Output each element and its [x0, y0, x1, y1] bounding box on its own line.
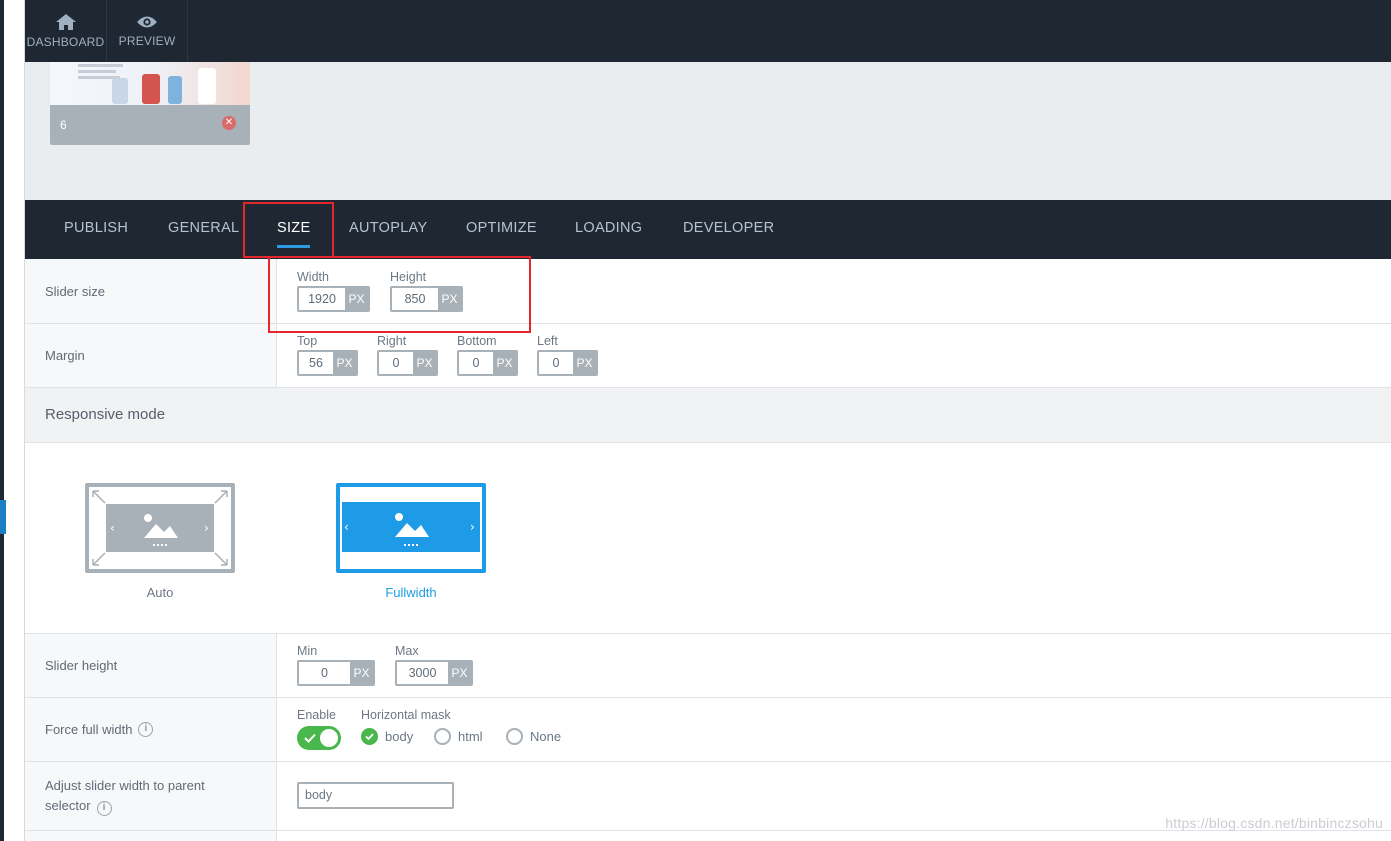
toggle-knob: [320, 729, 338, 747]
margin-left-input[interactable]: 0 PX: [537, 350, 598, 376]
svg-text:‹: ‹: [110, 521, 115, 535]
margin-right-field: Right 0 PX: [377, 334, 438, 376]
tab-general[interactable]: GENERAL: [168, 200, 239, 259]
width-field: Width 1920 PX: [297, 270, 370, 312]
radio-checked-icon: [361, 728, 378, 745]
sidebar-collapse-handle[interactable]: [0, 500, 6, 534]
height-label: Height: [390, 270, 427, 284]
top-toolbar: DASHBOARD PREVIEW: [25, 0, 1391, 62]
slider-size-label: Slider size: [25, 259, 277, 323]
margin-right-input[interactable]: 0 PX: [377, 350, 438, 376]
slider-height-label: Slider height: [25, 634, 277, 697]
min-height-field: Min 0 PX: [297, 644, 375, 686]
slide-thumbnail-bar: 6 ✕: [50, 105, 250, 145]
margin-label: Margin: [25, 324, 277, 387]
tab-size[interactable]: SIZE: [277, 200, 311, 259]
settings-tabs: PUBLISH GENERAL SIZE AUTOPLAY OPTIMIZE L…: [25, 200, 1391, 259]
height-input[interactable]: 850 PX: [390, 286, 463, 312]
margin-row: Margin Top 56 PX Right 0 PX Bottom 0 PX …: [25, 324, 1391, 388]
svg-text:‹: ‹: [344, 520, 349, 534]
horizontal-mask-label: Horizontal mask: [361, 708, 451, 722]
width-label: Width: [297, 270, 329, 284]
tab-loading[interactable]: LOADING: [575, 200, 642, 259]
adjust-width-label: Adjust slider width to parent selector i: [25, 762, 277, 830]
svg-text:›: ›: [204, 521, 209, 535]
left-edge-bar: [0, 0, 4, 841]
radio-body[interactable]: body: [361, 728, 413, 745]
home-icon: [55, 14, 76, 30]
slider-size-row: Slider size Width 1920 PX Height 850 PX: [25, 259, 1391, 324]
active-tab-indicator: [277, 245, 311, 248]
margin-top-input[interactable]: 56 PX: [297, 350, 358, 376]
app-window: DASHBOARD PREVIEW 6 ✕ PUBLISH GENERAL SI…: [0, 0, 1391, 841]
info-icon[interactable]: i: [96, 801, 112, 816]
check-icon: [304, 733, 316, 743]
slider-height-row: Slider height Min 0 PX Max 3000 PX: [25, 634, 1391, 698]
max-height-field: Max 3000 PX: [395, 644, 473, 686]
slide-placeholder-fullwidth: ‹ ›: [342, 502, 480, 552]
tab-autoplay[interactable]: AUTOPLAY: [349, 200, 427, 259]
dashboard-label: DASHBOARD: [26, 35, 105, 49]
tab-optimize[interactable]: OPTIMIZE: [466, 200, 537, 259]
auto-mode-label: Auto: [146, 585, 174, 600]
radio-unchecked-icon: [506, 728, 523, 745]
parent-selector-input[interactable]: body: [297, 782, 454, 809]
fullwidth-mode-box[interactable]: ‹ ›: [336, 483, 486, 573]
image-icon: ‹ ›: [110, 514, 209, 546]
watermark-text: https://blog.csdn.net/binbinczsohu: [1165, 815, 1383, 831]
margin-top-field: Top 56 PX: [297, 334, 358, 376]
min-height-input[interactable]: 0 PX: [297, 660, 375, 686]
info-icon[interactable]: i: [138, 722, 154, 737]
eye-icon: [137, 16, 157, 28]
responsive-mode-heading: Responsive mode: [25, 388, 1391, 443]
image-icon: ‹ ›: [344, 513, 475, 546]
fullwidth-mode-label: Fullwidth: [385, 585, 437, 600]
slides-panel: 6 ✕: [25, 62, 1391, 200]
margin-left-field: Left 0 PX: [537, 334, 598, 376]
slide-placeholder: ‹ ›: [106, 504, 214, 552]
delete-slide-icon[interactable]: ✕: [222, 116, 236, 130]
margin-bottom-field: Bottom 0 PX: [457, 334, 518, 376]
slide-thumbnail[interactable]: 6 ✕: [50, 62, 250, 145]
radio-unchecked-icon: [434, 728, 451, 745]
next-row: [25, 831, 1391, 841]
responsive-mode-auto[interactable]: ‹ › Auto: [85, 483, 235, 600]
svg-text:›: ›: [470, 520, 475, 534]
slide-preview-image: [50, 62, 250, 105]
height-field: Height 850 PX: [390, 270, 463, 312]
force-full-width-label: Force full width i: [25, 698, 277, 761]
radio-none[interactable]: None: [506, 728, 561, 745]
max-height-input[interactable]: 3000 PX: [395, 660, 473, 686]
enable-label: Enable: [297, 708, 336, 722]
enable-toggle[interactable]: [297, 726, 341, 750]
tab-publish[interactable]: PUBLISH: [64, 200, 128, 259]
force-full-width-row: Force full width i Enable Horizontal mas…: [25, 698, 1391, 762]
margin-bottom-input[interactable]: 0 PX: [457, 350, 518, 376]
width-input[interactable]: 1920 PX: [297, 286, 370, 312]
slide-number: 6: [60, 118, 67, 132]
radio-html[interactable]: html: [434, 728, 483, 745]
responsive-mode-options: ‹ › Auto ‹ › Fullwidth: [25, 443, 1391, 634]
preview-button[interactable]: PREVIEW: [107, 0, 188, 62]
responsive-mode-fullwidth[interactable]: ‹ › Fullwidth: [336, 483, 486, 600]
tab-developer[interactable]: DEVELOPER: [683, 200, 774, 259]
dashboard-button[interactable]: DASHBOARD: [25, 0, 107, 62]
auto-mode-box[interactable]: ‹ ›: [85, 483, 235, 573]
preview-label: PREVIEW: [118, 34, 176, 48]
